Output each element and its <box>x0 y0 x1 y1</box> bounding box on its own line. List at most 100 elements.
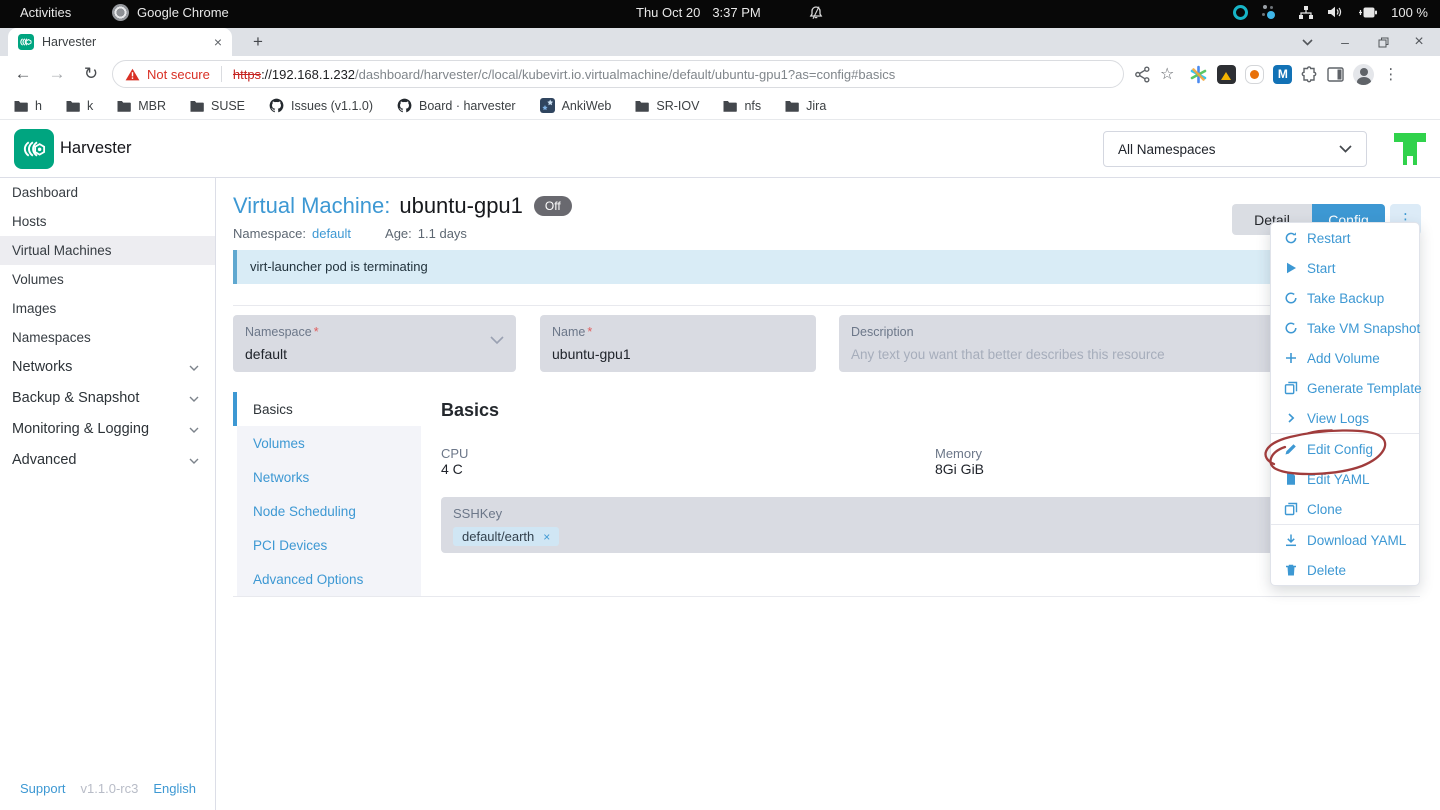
tab-volumes[interactable]: Volumes <box>237 426 421 460</box>
bookmark-folder-sriov[interactable]: SR-IOV <box>635 99 699 113</box>
play-icon <box>1284 261 1298 275</box>
extension-m-icon[interactable]: M <box>1273 65 1292 84</box>
folder-icon <box>723 100 737 112</box>
menu-item-take-vm-snapshot[interactable]: Take VM Snapshot <box>1271 313 1419 343</box>
age-label: Age: <box>385 226 412 241</box>
memory-value: 8Gi GiB <box>935 461 984 477</box>
address-bar[interactable]: Not secure https://192.168.1.232/dashboa… <box>112 60 1124 88</box>
sidebar-item-namespaces[interactable]: Namespaces <box>0 323 215 352</box>
reload-button[interactable]: ↻ <box>74 64 108 84</box>
vm-actions-menu: Restart Start Take Backup Take VM Snapsh… <box>1270 222 1420 586</box>
forward-button[interactable]: → <box>40 64 74 84</box>
menu-item-add-volume[interactable]: Add Volume <box>1271 343 1419 373</box>
bookmark-folder-nfs[interactable]: nfs <box>723 99 761 113</box>
share-icon[interactable] <box>1134 66 1151 83</box>
time-label: 3:37 PM <box>712 5 760 20</box>
back-button[interactable]: ← <box>6 64 40 84</box>
bookmark-folder-mbr[interactable]: MBR <box>117 99 166 113</box>
window-restore-button[interactable] <box>1370 30 1396 54</box>
focused-app-menu[interactable]: Google Chrome <box>112 4 229 21</box>
extension-colorful-icon[interactable] <box>1189 65 1208 84</box>
tab-basics[interactable]: Basics <box>237 392 421 426</box>
name-field[interactable]: Name* ubuntu-gpu1 <box>540 315 816 372</box>
resource-type-label: Virtual Machine: <box>233 193 390 219</box>
menu-item-view-logs[interactable]: View Logs <box>1271 403 1419 433</box>
trash-icon <box>1284 563 1298 577</box>
tab-close-icon[interactable]: × <box>214 34 222 50</box>
bookmark-ankiweb[interactable]: AnkiWeb <box>540 98 612 113</box>
folder-icon <box>785 100 799 112</box>
name-field-value: ubuntu-gpu1 <box>552 346 804 362</box>
vm-state-badge: Off <box>534 196 572 216</box>
sidebar-item-dashboard[interactable]: Dashboard <box>0 178 215 207</box>
chevron-down-icon <box>189 458 199 464</box>
bookmark-folder-k[interactable]: k <box>66 99 93 113</box>
namespace-link[interactable]: default <box>312 226 351 241</box>
extension-orange-icon[interactable] <box>1245 65 1264 84</box>
sidebar-group-monitoring-logging[interactable]: Monitoring & Logging <box>0 414 215 445</box>
clock[interactable]: Thu Oct 20 3:37 PM <box>636 5 823 20</box>
bookmark-folder-suse[interactable]: SUSE <box>190 99 245 113</box>
chevron-down-icon <box>189 427 199 433</box>
bookmark-github-issues[interactable]: Issues (v1.1.0) <box>269 98 373 113</box>
desktop-top-bar: Activities Google Chrome Thu Oct 20 3:37… <box>0 0 1440 28</box>
bookmark-star-icon[interactable]: ☆ <box>1160 64 1174 84</box>
browser-tab-harvester[interactable]: Harvester × <box>8 28 232 56</box>
window-close-button[interactable]: × <box>1406 30 1432 54</box>
remove-tag-icon[interactable]: × <box>543 530 550 544</box>
namespace-field[interactable]: Namespace* default <box>233 315 516 372</box>
folder-icon <box>635 100 649 112</box>
tab-advanced-options[interactable]: Advanced Options <box>237 562 421 596</box>
toolbar-right: ☆ M ⋮ <box>1134 64 1408 85</box>
menu-item-generate-template[interactable]: Generate Template <box>1271 373 1419 403</box>
menu-item-download-yaml[interactable]: Download YAML <box>1271 525 1419 555</box>
sidebar-group-advanced[interactable]: Advanced <box>0 445 215 476</box>
sshkey-tag: default/earth × <box>453 527 559 546</box>
main-content: Virtual Machine: ubuntu-gpu1 Off Namespa… <box>216 178 1440 810</box>
battery-charging-icon <box>1355 6 1378 19</box>
menu-item-take-backup[interactable]: Take Backup <box>1271 283 1419 313</box>
tab-networks[interactable]: Networks <box>237 460 421 494</box>
sidebar-item-images[interactable]: Images <box>0 294 215 323</box>
menu-item-edit-config[interactable]: Edit Config <box>1271 434 1419 464</box>
extension-mountain-icon[interactable] <box>1217 65 1236 84</box>
bookmark-github-board[interactable]: Board · harvester <box>397 98 516 113</box>
divider <box>233 596 1420 597</box>
new-tab-button[interactable]: + <box>246 31 270 53</box>
menu-item-start[interactable]: Start <box>1271 253 1419 283</box>
side-panel-icon[interactable] <box>1327 67 1344 82</box>
sidebar-nav: Dashboard Hosts Virtual Machines Volumes… <box>0 178 216 810</box>
browser-menu-icon[interactable]: ⋮ <box>1383 65 1398 83</box>
system-tray[interactable]: 100 % <box>1233 4 1428 20</box>
tab-node-scheduling[interactable]: Node Scheduling <box>237 494 421 528</box>
namespace-filter-select[interactable]: All Namespaces <box>1103 131 1367 167</box>
harvester-logo[interactable] <box>14 129 54 169</box>
browser-toolbar: ← → ↻ Not secure https://192.168.1.232/d… <box>0 56 1440 92</box>
sidebar-group-networks[interactable]: Networks <box>0 352 215 383</box>
menu-item-edit-yaml[interactable]: Edit YAML <box>1271 464 1419 494</box>
menu-item-clone[interactable]: Clone <box>1271 494 1419 524</box>
window-minimize-button[interactable]: – <box>1332 30 1358 54</box>
menu-item-delete[interactable]: Delete <box>1271 555 1419 585</box>
support-link[interactable]: Support <box>20 781 66 796</box>
volume-icon <box>1327 5 1342 19</box>
chevron-down-icon <box>189 365 199 371</box>
sidebar-group-backup-snapshot[interactable]: Backup & Snapshot <box>0 383 215 414</box>
extensions-puzzle-icon[interactable] <box>1301 66 1318 83</box>
language-link[interactable]: English <box>153 781 196 796</box>
menu-item-restart[interactable]: Restart <box>1271 223 1419 253</box>
restart-icon <box>1284 231 1298 245</box>
bookmark-folder-h[interactable]: h <box>14 99 42 113</box>
namespace-field-value: default <box>245 346 504 362</box>
page-subtitle: Namespace: default Age: 1.1 days <box>233 226 467 241</box>
basics-heading: Basics <box>441 400 499 421</box>
tab-pci-devices[interactable]: PCI Devices <box>237 528 421 562</box>
profile-avatar[interactable] <box>1353 64 1374 85</box>
sidebar-item-volumes[interactable]: Volumes <box>0 265 215 294</box>
activities-button[interactable]: Activities <box>20 5 71 20</box>
bookmark-folder-jira[interactable]: Jira <box>785 99 826 113</box>
tab-search-icon[interactable] <box>1294 30 1320 54</box>
sidebar-item-virtual-machines[interactable]: Virtual Machines <box>0 236 215 265</box>
not-secure-label: Not secure <box>147 67 210 82</box>
sidebar-item-hosts[interactable]: Hosts <box>0 207 215 236</box>
